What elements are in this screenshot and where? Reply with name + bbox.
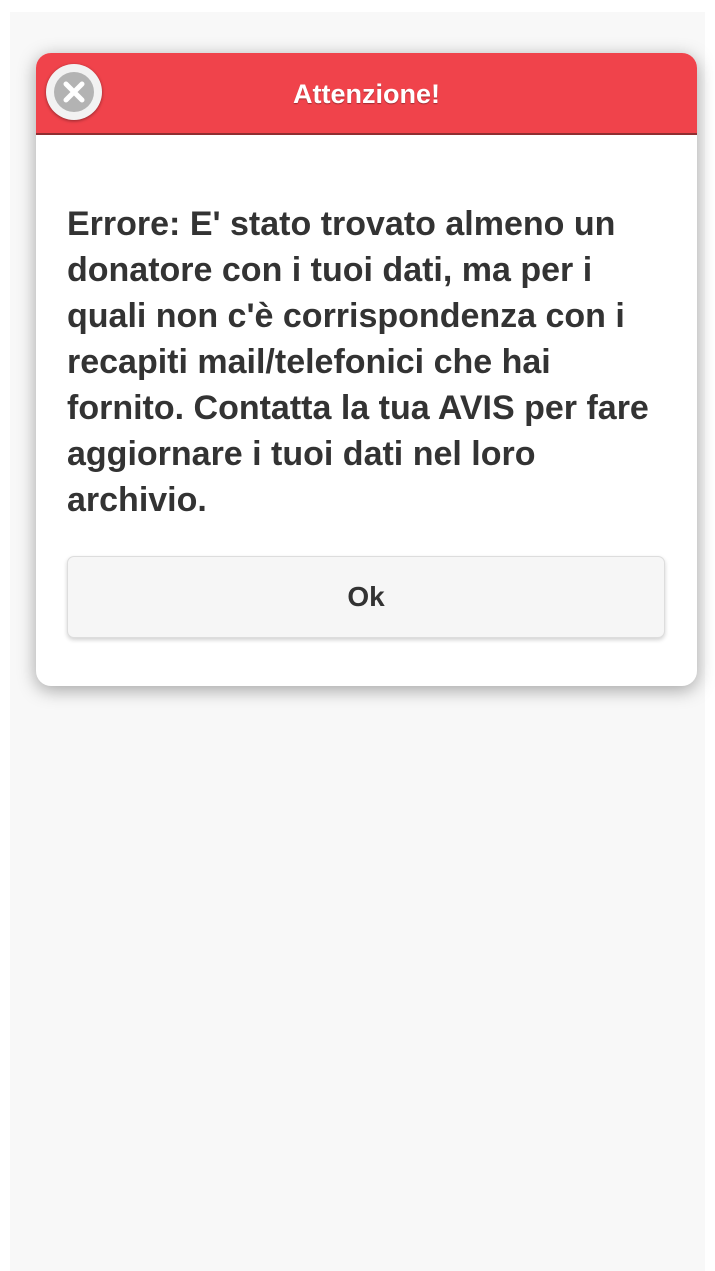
dialog-header: Attenzione! [36, 53, 697, 135]
ok-button[interactable]: Ok [67, 556, 665, 638]
alert-dialog: Attenzione! Errore: E' stato trovato alm… [36, 53, 697, 686]
error-message: Errore: E' stato trovato almeno un donat… [67, 205, 649, 519]
close-button[interactable] [46, 64, 102, 120]
close-circle-icon [54, 72, 94, 112]
dialog-title: Attenzione! [293, 79, 440, 109]
